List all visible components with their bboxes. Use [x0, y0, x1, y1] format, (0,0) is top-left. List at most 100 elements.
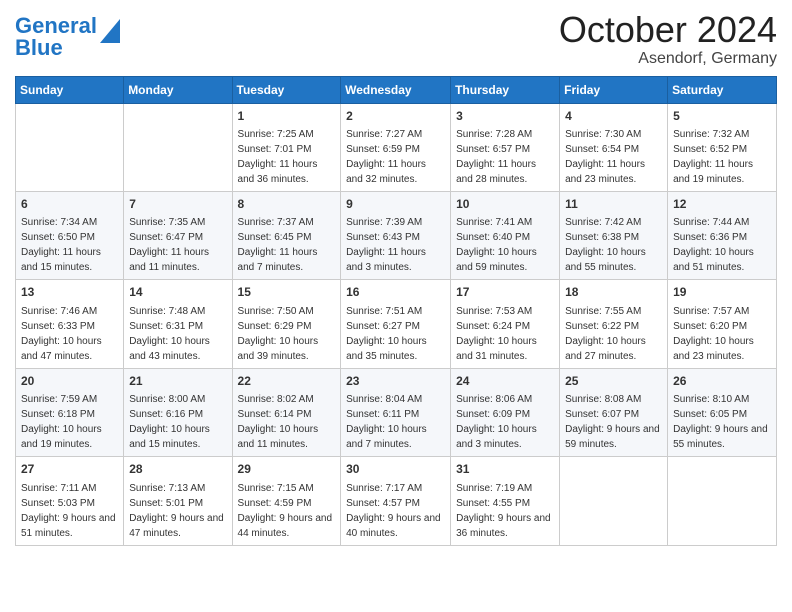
day-info: Sunrise: 8:00 AMSunset: 6:16 PMDaylight:… — [129, 392, 226, 452]
calendar-week-row: 27Sunrise: 7:11 AMSunset: 5:03 PMDayligh… — [16, 457, 777, 545]
calendar-cell: 9Sunrise: 7:39 AMSunset: 6:43 PMDaylight… — [341, 191, 451, 279]
calendar-cell: 1 Sunrise: 7:25 AMSunset: 7:01 PMDaylight… — [232, 103, 341, 191]
calendar-cell: 3 Sunrise: 7:28 AMSunset: 6:57 PMDaylight… — [451, 103, 560, 191]
day-number: 26 — [673, 373, 771, 390]
day-info: Sunrise: 8:08 AMSunset: 6:07 PMDaylight:… — [565, 392, 662, 452]
weekday-header: Thursday — [451, 76, 560, 103]
calendar-cell: 25 Sunrise: 8:08 AMSunset: 6:07 PMDayligh… — [560, 368, 668, 456]
day-info: Sunrise: 7:11 AMSunset: 5:03 PMDaylight:… — [21, 481, 118, 541]
day-info: Sunrise: 7:28 AMSunset: 6:57 PMDaylight:… — [456, 127, 554, 187]
day-number: 1 — [238, 108, 336, 125]
calendar-cell: 27Sunrise: 7:11 AMSunset: 5:03 PMDayligh… — [16, 457, 124, 545]
logo-icon — [100, 19, 120, 43]
day-info: Sunrise: 8:02 AMSunset: 6:14 PMDaylight:… — [238, 392, 336, 452]
calendar-cell — [16, 103, 124, 191]
day-info: Sunrise: 8:10 AMSunset: 6:05 PMDaylight:… — [673, 392, 771, 452]
weekday-header: Saturday — [668, 76, 777, 103]
day-info: Sunrise: 7:37 AMSunset: 6:45 PMDaylight:… — [238, 215, 336, 275]
day-info: Sunrise: 7:50 AMSunset: 6:29 PMDaylight:… — [238, 304, 336, 364]
day-number: 17 — [456, 284, 554, 301]
page-header: General Blue October 2024 Asendorf, Germ… — [15, 10, 777, 68]
calendar-cell: 31Sunrise: 7:19 AMSunset: 4:55 PMDayligh… — [451, 457, 560, 545]
calendar-cell: 10Sunrise: 7:41 AMSunset: 6:40 PMDayligh… — [451, 191, 560, 279]
calendar-cell: 18 Sunrise: 7:55 AMSunset: 6:22 PMDayligh… — [560, 280, 668, 368]
calendar-cell: 19Sunrise: 7:57 AMSunset: 6:20 PMDayligh… — [668, 280, 777, 368]
logo-blue: Blue — [15, 35, 63, 60]
day-number: 12 — [673, 196, 771, 213]
day-info: Sunrise: 7:53 AMSunset: 6:24 PMDaylight:… — [456, 304, 554, 364]
day-number: 21 — [129, 373, 226, 390]
day-info: Sunrise: 8:06 AMSunset: 6:09 PMDaylight:… — [456, 392, 554, 452]
calendar-cell: 16 Sunrise: 7:51 AMSunset: 6:27 PMDayligh… — [341, 280, 451, 368]
day-number: 22 — [238, 373, 336, 390]
day-info: Sunrise: 7:32 AMSunset: 6:52 PMDaylight:… — [673, 127, 771, 187]
calendar-cell — [124, 103, 232, 191]
day-number: 29 — [238, 461, 336, 478]
weekday-header: Monday — [124, 76, 232, 103]
title-area: October 2024 Asendorf, Germany — [559, 10, 777, 68]
day-number: 6 — [21, 196, 118, 213]
day-number: 30 — [346, 461, 445, 478]
day-number: 13 — [21, 284, 118, 301]
day-number: 11 — [565, 196, 662, 213]
calendar-cell: 4 Sunrise: 7:30 AMSunset: 6:54 PMDaylight… — [560, 103, 668, 191]
weekday-header: Sunday — [16, 76, 124, 103]
weekday-header: Wednesday — [341, 76, 451, 103]
calendar-cell: 12 Sunrise: 7:44 AMSunset: 6:36 PMDayligh… — [668, 191, 777, 279]
day-info: Sunrise: 7:46 AMSunset: 6:33 PMDaylight:… — [21, 304, 118, 364]
day-number: 31 — [456, 461, 554, 478]
calendar-cell: 22 Sunrise: 8:02 AMSunset: 6:14 PMDayligh… — [232, 368, 341, 456]
day-number: 15 — [238, 284, 336, 301]
day-number: 16 — [346, 284, 445, 301]
day-info: Sunrise: 7:30 AMSunset: 6:54 PMDaylight:… — [565, 127, 662, 187]
day-info: Sunrise: 7:34 AMSunset: 6:50 PMDaylight:… — [21, 215, 118, 275]
day-number: 9 — [346, 196, 445, 213]
day-number: 23 — [346, 373, 445, 390]
calendar-cell: 17 Sunrise: 7:53 AMSunset: 6:24 PMDayligh… — [451, 280, 560, 368]
calendar-week-row: 20Sunrise: 7:59 AMSunset: 6:18 PMDayligh… — [16, 368, 777, 456]
calendar-cell — [560, 457, 668, 545]
day-info: Sunrise: 7:13 AMSunset: 5:01 PMDaylight:… — [129, 481, 226, 541]
day-number: 18 — [565, 284, 662, 301]
day-info: Sunrise: 7:41 AMSunset: 6:40 PMDaylight:… — [456, 215, 554, 275]
calendar-cell: 6 Sunrise: 7:34 AMSunset: 6:50 PMDaylight… — [16, 191, 124, 279]
day-info: Sunrise: 7:55 AMSunset: 6:22 PMDaylight:… — [565, 304, 662, 364]
day-info: Sunrise: 7:27 AMSunset: 6:59 PMDaylight:… — [346, 127, 445, 187]
calendar-table: SundayMondayTuesdayWednesdayThursdayFrid… — [15, 76, 777, 546]
logo-text: General Blue — [15, 15, 97, 59]
day-number: 4 — [565, 108, 662, 125]
calendar-cell: 28 Sunrise: 7:13 AMSunset: 5:01 PMDayligh… — [124, 457, 232, 545]
calendar-cell: 30 Sunrise: 7:17 AMSunset: 4:57 PMDayligh… — [341, 457, 451, 545]
month-title: October 2024 — [559, 10, 777, 50]
calendar-cell: 11 Sunrise: 7:42 AMSunset: 6:38 PMDayligh… — [560, 191, 668, 279]
logo: General Blue — [15, 15, 120, 59]
calendar-week-row: 1 Sunrise: 7:25 AMSunset: 7:01 PMDaylight… — [16, 103, 777, 191]
location: Asendorf, Germany — [559, 50, 777, 68]
calendar-cell: 21 Sunrise: 8:00 AMSunset: 6:16 PMDayligh… — [124, 368, 232, 456]
day-info: Sunrise: 7:48 AMSunset: 6:31 PMDaylight:… — [129, 304, 226, 364]
calendar-cell: 7Sunrise: 7:35 AMSunset: 6:47 PMDaylight… — [124, 191, 232, 279]
day-info: Sunrise: 7:25 AMSunset: 7:01 PMDaylight:… — [238, 127, 336, 187]
calendar-cell: 26 Sunrise: 8:10 AMSunset: 6:05 PMDayligh… — [668, 368, 777, 456]
day-number: 5 — [673, 108, 771, 125]
calendar-cell: 14 Sunrise: 7:48 AMSunset: 6:31 PMDayligh… — [124, 280, 232, 368]
day-info: Sunrise: 7:44 AMSunset: 6:36 PMDaylight:… — [673, 215, 771, 275]
calendar-week-row: 6 Sunrise: 7:34 AMSunset: 6:50 PMDaylight… — [16, 191, 777, 279]
day-info: Sunrise: 7:17 AMSunset: 4:57 PMDaylight:… — [346, 481, 445, 541]
day-number: 25 — [565, 373, 662, 390]
day-number: 14 — [129, 284, 226, 301]
day-number: 3 — [456, 108, 554, 125]
calendar-cell: 5 Sunrise: 7:32 AMSunset: 6:52 PMDaylight… — [668, 103, 777, 191]
day-number: 28 — [129, 461, 226, 478]
day-info: Sunrise: 8:04 AMSunset: 6:11 PMDaylight:… — [346, 392, 445, 452]
calendar-week-row: 13 Sunrise: 7:46 AMSunset: 6:33 PMDayligh… — [16, 280, 777, 368]
calendar-cell: 24Sunrise: 8:06 AMSunset: 6:09 PMDayligh… — [451, 368, 560, 456]
day-number: 7 — [129, 196, 226, 213]
calendar-cell: 29Sunrise: 7:15 AMSunset: 4:59 PMDayligh… — [232, 457, 341, 545]
calendar-cell: 23 Sunrise: 8:04 AMSunset: 6:11 PMDayligh… — [341, 368, 451, 456]
day-info: Sunrise: 7:51 AMSunset: 6:27 PMDaylight:… — [346, 304, 445, 364]
calendar-cell: 15 Sunrise: 7:50 AMSunset: 6:29 PMDayligh… — [232, 280, 341, 368]
day-info: Sunrise: 7:42 AMSunset: 6:38 PMDaylight:… — [565, 215, 662, 275]
day-info: Sunrise: 7:59 AMSunset: 6:18 PMDaylight:… — [21, 392, 118, 452]
weekday-header: Tuesday — [232, 76, 341, 103]
